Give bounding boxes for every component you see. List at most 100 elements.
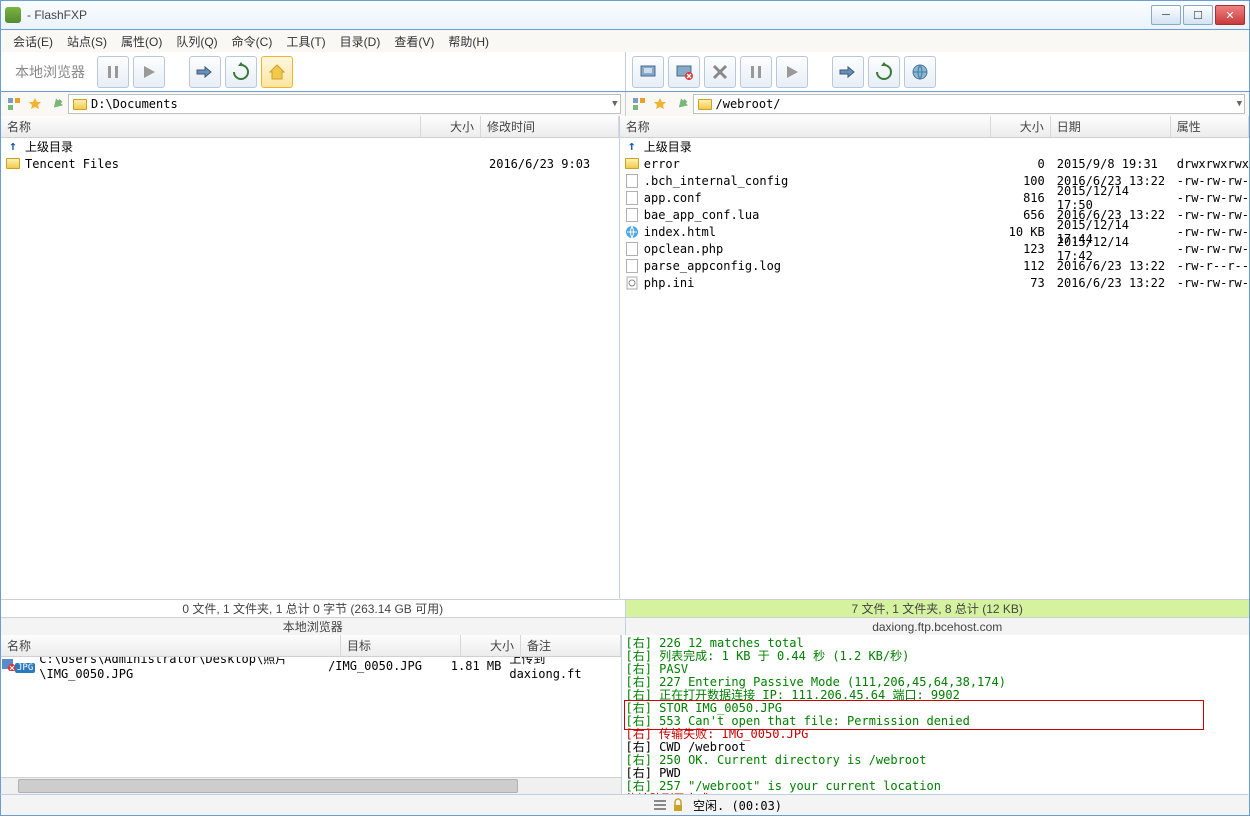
filelist-right[interactable]: ↑上级目录error02015/9/8 19:31drwxrwxrwx.bch_… [620,138,1249,599]
col-mtime[interactable]: 修改时间 [481,116,619,137]
folder-icon [698,99,712,110]
menu-item[interactable]: 帮助(H) [442,31,495,52]
file-attr: -rw-rw-rw- [1171,242,1249,256]
menu-item[interactable]: 属性(O) [115,31,168,52]
transfer-button-r[interactable] [832,56,864,88]
window-title: - FlashFXP [27,8,1151,22]
file-name: bae_app_conf.lua [644,208,991,222]
file-name: opclean.php [644,242,991,256]
file-date: 2016/6/23 13:22 [1051,276,1171,290]
file-size: 73 [991,276,1051,290]
menu-item[interactable]: 站点(S) [61,31,113,52]
abort-button[interactable] [704,56,736,88]
log-line: [右] 列表完成: 1 KB 于 0.44 秒 (1.2 KB/秒) [626,650,1246,663]
close-button[interactable]: ✕ [1215,5,1245,25]
qcol-note[interactable]: 备注 [521,635,621,656]
play-button-r[interactable] [776,56,808,88]
chevron-down-icon[interactable]: ▼ [612,99,617,109]
file-row[interactable]: php.ini732016/6/23 13:22-rw-rw-rw- [620,274,1249,291]
refresh-button-r[interactable] [868,56,900,88]
file-name: error [644,157,991,171]
refresh-button[interactable] [225,56,257,88]
chevron-down-icon[interactable]: ▼ [1237,99,1242,109]
updir-row[interactable]: ↑上级目录 [1,138,619,155]
updir-label: 上级目录 [644,138,1249,155]
col-size[interactable]: 大小 [991,116,1051,137]
pane-right: 名称 大小 日期 属性 ↑ 上级目录error02015/9/8 19:31drw… [620,116,1249,599]
col-name[interactable]: 名称 [620,116,991,137]
up-icon-r[interactable] [672,95,690,113]
file-row[interactable]: parse_appconfig.log1122016/6/23 13:22-rw… [620,257,1249,274]
file-attr: -rw-rw-rw- [1171,191,1249,205]
transfer-button[interactable] [189,56,221,88]
bookmark-icon[interactable] [26,95,44,113]
file-row[interactable]: error02015/9/8 19:31drwxrwxrwx [620,155,1249,172]
maximize-button[interactable]: ☐ [1183,5,1213,25]
file-row[interactable]: opclean.php1232015/12/14 17:42-rw-rw-rw- [620,240,1249,257]
filelist-left[interactable]: ↑上级目录 Tencent Files 2016/6/23 9:03 [1,138,619,599]
file-name: parse_appconfig.log [644,259,991,273]
pause-button[interactable] [97,56,129,88]
file-size: 100 [991,174,1051,188]
tree-icon-r[interactable] [630,95,648,113]
file-icon [624,174,640,188]
titlebar: - FlashFXP ─ ☐ ✕ [0,0,1250,30]
log-line: 传输队列已完成 [626,793,1246,794]
file-name: Tencent Files [25,157,421,171]
col-attr[interactable]: 属性 [1171,116,1249,137]
file-name: php.ini [644,276,991,290]
file-size: 10 KB [991,225,1051,239]
queue-list[interactable]: JPGC:\Users\Administrator\Desktop\照片\IMG… [1,657,621,777]
status-right-2: daxiong.ftp.bcehost.com [626,617,1250,635]
scroll-thumb[interactable] [18,779,518,793]
minimize-button[interactable]: ─ [1151,5,1181,25]
file-row[interactable]: Tencent Files 2016/6/23 9:03 [1,155,619,172]
qcol-target[interactable]: 目标 [341,635,461,656]
queue-pane: 名称 目标 大小 备注 JPGC:\Users\Administrator\De… [1,635,622,794]
up-icon[interactable] [47,95,65,113]
file-size: 123 [991,242,1051,256]
connect-button[interactable] [632,56,664,88]
path-left[interactable]: D:\Documents ▼ [68,94,621,114]
menu-item[interactable]: 队列(Q) [170,31,223,52]
status-text: 空闲. (00:03) [693,797,1243,814]
menu-item[interactable]: 查看(V) [388,31,440,52]
file-size: 112 [991,259,1051,273]
config-icon [624,276,640,290]
queue-cols: 名称 目标 大小 备注 [1,635,621,657]
bookmark-icon-r[interactable] [651,95,669,113]
col-name[interactable]: 名称 [1,116,421,137]
file-attr: -rw-rw-rw- [1171,208,1249,222]
home-button[interactable] [261,56,293,88]
up-arrow-icon: ↑ [5,140,21,154]
error-icon [1,657,15,674]
tree-icon[interactable] [5,95,23,113]
globe-button[interactable] [904,56,936,88]
col-date[interactable]: 日期 [1051,116,1171,137]
file-attr: -rw-rw-rw- [1171,276,1249,290]
qcol-size[interactable]: 大小 [461,635,521,656]
html-icon [624,225,640,239]
jpg-icon: JPG [15,659,39,673]
menu-item[interactable]: 会话(E) [7,31,59,52]
file-mtime: 2016/6/23 9:03 [481,157,590,171]
qcol-name[interactable]: 名称 [1,635,341,656]
log-pane[interactable]: [右] 226 12 matches total[右] 列表完成: 1 KB 于… [622,635,1250,794]
queue-row[interactable]: JPGC:\Users\Administrator\Desktop\照片\IMG… [1,657,621,674]
file-size: 0 [991,157,1051,171]
menu-item[interactable]: 命令(C) [226,31,279,52]
scrollbar-h[interactable] [1,777,621,794]
menu-item[interactable]: 工具(T) [280,31,331,52]
menu-item[interactable]: 目录(D) [334,31,387,52]
disconnect-button[interactable] [668,56,700,88]
up-arrow-icon: ↑ [624,140,640,154]
file-row[interactable]: app.conf8162015/12/14 17:50-rw-rw-rw- [620,189,1249,206]
path-right[interactable]: /webroot/ ▼ [693,94,1246,114]
folder-icon [5,157,21,171]
play-button[interactable] [133,56,165,88]
folder-icon [624,157,640,171]
file-name: app.conf [644,191,991,205]
col-size[interactable]: 大小 [421,116,481,137]
updir-row[interactable]: ↑ 上级目录 [620,138,1249,155]
pause-button-r[interactable] [740,56,772,88]
